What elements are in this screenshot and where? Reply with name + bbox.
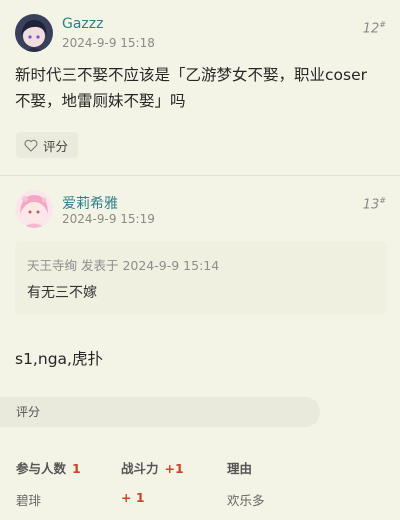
anime-avatar-pink-hair-icon: [15, 190, 53, 228]
post-13: 爱莉希雅 2024-9-9 15:19 13# 天王寺绚 发表于 2024-9-…: [0, 0, 400, 520]
floor-number[interactable]: 13#: [363, 196, 386, 212]
score-header: 战斗力 +1: [121, 458, 184, 477]
score-label: 战斗力: [121, 461, 159, 476]
floor-value: 13: [362, 197, 380, 213]
reason-header: 理由: [227, 461, 253, 476]
quote-block: 天王寺绚 发表于 2024-9-9 15:14 有无三不嫁: [15, 241, 387, 315]
participants-header: 参与人数 1: [16, 458, 81, 477]
post-time: 2024-9-9 15:19: [62, 212, 155, 226]
rater-score: + 1: [121, 490, 145, 505]
score-total: +1: [164, 461, 184, 476]
username[interactable]: 爱莉希雅: [62, 193, 118, 213]
table-row: 碧琲 + 1 欢乐多: [0, 482, 400, 514]
rater-reason: 欢乐多: [227, 493, 265, 508]
post-content: s1,nga,虎扑: [15, 350, 103, 368]
participants-label: 参与人数: [16, 461, 67, 476]
quote-header: 天王寺绚 发表于 2024-9-9 15:14: [27, 258, 220, 273]
avatar[interactable]: [15, 190, 53, 228]
rating-table-header: 参与人数 1 战斗力 +1 理由: [0, 450, 400, 482]
rating-section-header[interactable]: 评分: [0, 397, 320, 427]
rating-table: 参与人数 1 战斗力 +1 理由 碧琲 + 1 欢乐多: [0, 450, 400, 514]
floor-suffix: #: [379, 196, 386, 205]
participants-count: 1: [72, 461, 81, 476]
rater-name[interactable]: 碧琲: [16, 490, 41, 509]
quote-text: 有无三不嫁: [27, 285, 97, 301]
